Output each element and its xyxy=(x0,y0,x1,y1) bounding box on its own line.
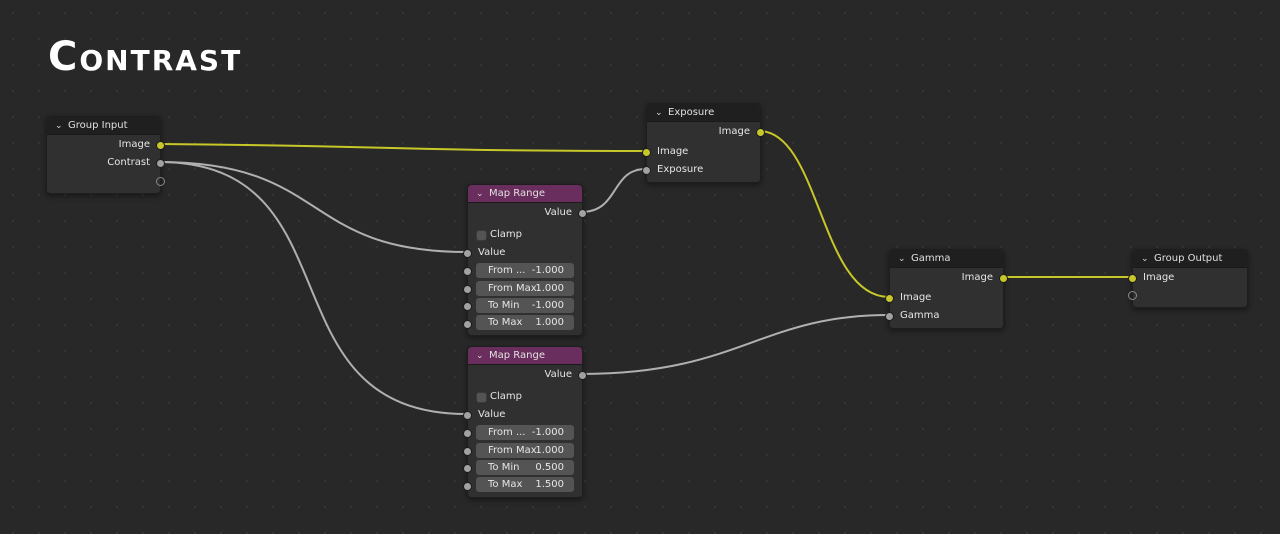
input-socket-to-max[interactable] xyxy=(463,320,472,329)
input-socket-gamma[interactable] xyxy=(885,312,894,321)
node-title: Group Output xyxy=(1154,253,1223,264)
field-label: From ... xyxy=(488,427,526,438)
output-socket-image[interactable] xyxy=(999,274,1008,283)
input-label-value: Value xyxy=(478,247,506,258)
gamma-node[interactable]: ⌄ Gamma Image Image Gamma xyxy=(885,249,1008,329)
map-range-header[interactable]: ⌄ Map Range xyxy=(468,185,582,203)
input-label-image: Image xyxy=(657,146,689,157)
group-input-header[interactable]: ⌄ Group Input xyxy=(47,117,160,135)
field-label: To Min xyxy=(488,300,520,311)
input-label-image: Image xyxy=(900,292,932,303)
from-min-field[interactable]: From ... -1.000 xyxy=(476,425,574,440)
to-min-field[interactable]: To Min -1.000 xyxy=(476,298,574,313)
link-contrast-to-maprange1 xyxy=(158,161,468,253)
field-value: 1.500 xyxy=(535,479,564,490)
to-min-field[interactable]: To Min 0.500 xyxy=(476,460,574,475)
group-output-node[interactable]: ⌄ Group Output Image xyxy=(1128,249,1248,308)
field-label: From Max xyxy=(488,283,537,294)
output-label-value: Value xyxy=(544,369,572,380)
input-socket-from-min[interactable] xyxy=(463,267,472,276)
map-range-header[interactable]: ⌄ Map Range xyxy=(468,347,582,365)
chevron-down-icon[interactable]: ⌄ xyxy=(655,105,665,122)
map-range-node-2[interactable]: ⌄ Map Range Value Clamp Value From ... -1.… xyxy=(463,346,587,498)
node-title: Exposure xyxy=(668,107,715,118)
field-value: 1.000 xyxy=(535,283,564,294)
link-input-image-to-exposure xyxy=(158,143,647,152)
input-label-gamma: Gamma xyxy=(900,310,940,321)
exposure-header[interactable]: ⌄ Exposure xyxy=(647,104,760,122)
clamp-checkbox[interactable] xyxy=(476,230,487,241)
link-maprange1-to-exposure xyxy=(580,168,647,213)
input-socket-image[interactable] xyxy=(885,294,894,303)
field-label: From Max xyxy=(488,445,537,456)
input-socket-from-max[interactable] xyxy=(463,447,472,456)
output-socket-value[interactable] xyxy=(578,371,587,380)
output-socket-contrast[interactable] xyxy=(156,159,165,168)
gamma-header[interactable]: ⌄ Gamma xyxy=(890,250,1003,268)
field-value: 0.500 xyxy=(535,462,564,473)
field-value: 1.000 xyxy=(535,317,564,328)
link-contrast-to-maprange2 xyxy=(158,161,468,415)
input-socket-to-max[interactable] xyxy=(463,482,472,491)
input-socket-from-max[interactable] xyxy=(463,285,472,294)
input-socket-empty[interactable] xyxy=(1128,291,1137,300)
input-socket-from-min[interactable] xyxy=(463,429,472,438)
field-label: To Max xyxy=(488,317,523,328)
input-label-exposure: Exposure xyxy=(657,164,704,175)
input-socket-image[interactable] xyxy=(1128,274,1137,283)
field-value: -1.000 xyxy=(531,427,564,438)
field-label: To Min xyxy=(488,462,520,473)
field-label: To Max xyxy=(488,479,523,490)
chevron-down-icon[interactable]: ⌄ xyxy=(898,251,908,268)
output-socket-image[interactable] xyxy=(156,141,165,150)
node-title: Gamma xyxy=(911,253,951,264)
from-max-field[interactable]: From Max 1.000 xyxy=(476,281,574,296)
link-maprange2-to-gamma xyxy=(580,314,890,375)
input-socket-to-min[interactable] xyxy=(463,464,472,473)
field-value: -1.000 xyxy=(531,300,564,311)
output-socket-empty[interactable] xyxy=(156,177,165,186)
output-label-image: Image xyxy=(718,126,750,137)
input-socket-value[interactable] xyxy=(463,411,472,420)
chevron-down-icon[interactable]: ⌄ xyxy=(1141,251,1151,268)
input-socket-to-min[interactable] xyxy=(463,302,472,311)
output-label-value: Value xyxy=(544,207,572,218)
exposure-node[interactable]: ⌄ Exposure Image Image Exposure xyxy=(642,103,765,183)
clamp-label: Clamp xyxy=(490,229,522,240)
group-output-header[interactable]: ⌄ Group Output xyxy=(1133,250,1247,268)
chevron-down-icon[interactable]: ⌄ xyxy=(476,348,486,365)
clamp-checkbox[interactable] xyxy=(476,392,487,403)
link-exposure-to-gamma xyxy=(758,130,890,298)
input-label-value: Value xyxy=(478,409,506,420)
to-max-field[interactable]: To Max 1.500 xyxy=(476,477,574,492)
output-socket-image[interactable] xyxy=(756,128,765,137)
input-socket-image[interactable] xyxy=(642,148,651,157)
node-title: Map Range xyxy=(489,188,545,199)
map-range-node-1[interactable]: ⌄ Map Range Value Clamp Value From ... -1.… xyxy=(463,184,587,336)
output-label-image: Image xyxy=(118,139,150,150)
chevron-down-icon[interactable]: ⌄ xyxy=(55,118,65,135)
group-input-node[interactable]: ⌄ Group Input Image Contrast xyxy=(46,116,165,194)
to-max-field[interactable]: To Max 1.000 xyxy=(476,315,574,330)
output-label-contrast: Contrast xyxy=(107,157,150,168)
field-value: -1.000 xyxy=(531,265,564,276)
input-socket-value[interactable] xyxy=(463,249,472,258)
output-label-image: Image xyxy=(961,272,993,283)
clamp-label: Clamp xyxy=(490,391,522,402)
output-socket-value[interactable] xyxy=(578,209,587,218)
node-title: Map Range xyxy=(489,350,545,361)
from-min-field[interactable]: From ... -1.000 xyxy=(476,263,574,278)
input-label-image: Image xyxy=(1143,272,1175,283)
node-links xyxy=(158,130,1132,415)
field-label: From ... xyxy=(488,265,526,276)
from-max-field[interactable]: From Max 1.000 xyxy=(476,443,574,458)
input-socket-exposure[interactable] xyxy=(642,166,651,175)
chevron-down-icon[interactable]: ⌄ xyxy=(476,186,486,203)
node-title: Group Input xyxy=(68,120,128,131)
field-value: 1.000 xyxy=(535,445,564,456)
